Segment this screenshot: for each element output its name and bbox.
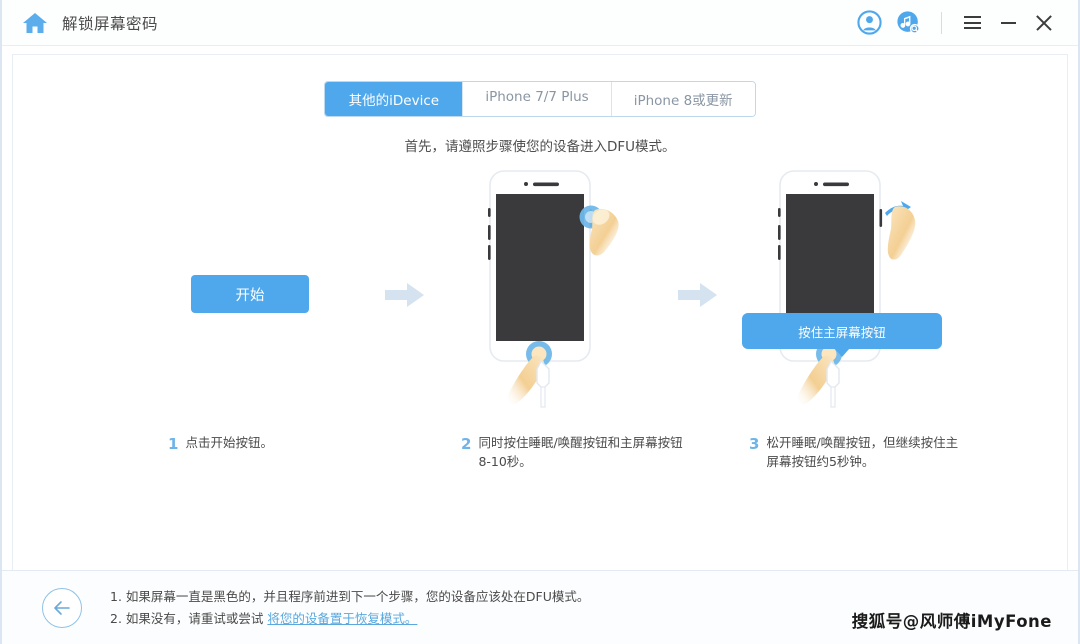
step-item-1: 1 点击开始按钮。 — [168, 434, 388, 456]
instructions-subtitle: 首先，请遵照步骤使您的设备进入DFU模式。 — [404, 139, 676, 155]
back-arrow-icon — [54, 600, 70, 615]
step-text: 同时按住睡眠/唤醒按钮和主屏幕按钮8-10秒。 — [478, 435, 683, 469]
titlebar: 解锁屏幕密码 — [2, 0, 1078, 46]
device-tabs: 其他的iDevice iPhone 7/7 Plus iPhone 8或更新 — [13, 81, 1067, 117]
titlebar-right — [849, 3, 1062, 43]
minimize-icon[interactable] — [990, 5, 1026, 41]
hold-home-tooltip: 按住主屏幕按钮 — [742, 313, 942, 357]
app-window: 解锁屏幕密码 其他的iDevice iPhone 7/7 Plus iPhone… — [0, 0, 1080, 644]
flow-arrow-2-icon — [678, 282, 718, 308]
footer-note-2: 2. 如果没有，请重试或尝试 将您的设备置于恢复模式。 — [110, 608, 589, 630]
close-icon[interactable] — [1026, 5, 1062, 41]
step-number: 2 — [461, 435, 472, 453]
back-button[interactable] — [42, 587, 82, 628]
step-number: 3 — [749, 435, 760, 453]
tab-other-idevice[interactable]: 其他的iDevice — [325, 82, 464, 116]
phone-illustration-step3 — [761, 165, 946, 415]
hamburger-menu-icon[interactable] — [954, 5, 990, 41]
step-item-2: 2 同时按住睡眠/唤醒按钮和主屏幕按钮8-10秒。 — [461, 434, 683, 472]
step-text: 点击开始按钮。 — [185, 435, 273, 450]
phone-illustration-step2 — [471, 165, 656, 415]
main-content: 其他的iDevice iPhone 7/7 Plus iPhone 8或更新 首… — [12, 54, 1068, 570]
user-account-icon[interactable] — [849, 3, 889, 43]
step-text: 松开睡眠/唤醒按钮，但继续按住主屏幕按钮约5秒钟。 — [766, 435, 959, 469]
home-icon[interactable] — [22, 11, 48, 35]
tab-iphone-8-newer[interactable]: iPhone 8或更新 — [611, 82, 755, 116]
titlebar-left: 解锁屏幕密码 — [22, 11, 158, 35]
step-list: 1 点击开始按钮。 2 同时按住睡眠/唤醒按钮和主屏幕按钮8-10秒。 3 松开… — [13, 434, 1067, 514]
footer-note-1: 1. 如果屏幕一直是黑色的，并且程序前进到下一个步骤，您的设备应该处在DFU模式… — [110, 589, 590, 604]
watermark: 搜狐号@风师傅iMyFone — [851, 612, 1052, 631]
recovery-mode-link[interactable]: 将您的设备置于恢复模式。 — [267, 611, 417, 626]
tab-group: 其他的iDevice iPhone 7/7 Plus iPhone 8或更新 — [324, 81, 756, 117]
app-title: 解锁屏幕密码 — [62, 14, 159, 33]
footer-note-2-prefix: 2. 如果没有，请重试或尝试 — [110, 610, 268, 626]
titlebar-separator — [941, 11, 942, 34]
illustration-row: 开始 按住主屏幕按钮 — [13, 165, 1067, 420]
flow-arrow-1-icon — [385, 282, 425, 308]
music-search-icon[interactable] — [889, 3, 929, 43]
footer-notes: 1. 如果屏幕一直是黑色的，并且程序前进到下一个步骤，您的设备应该处在DFU模式… — [110, 586, 589, 629]
footer-bar: 1. 如果屏幕一直是黑色的，并且程序前进到下一个步骤，您的设备应该处在DFU模式… — [2, 570, 1078, 644]
tab-iphone-7[interactable]: iPhone 7/7 Plus — [463, 82, 612, 116]
step-item-3: 3 松开睡眠/唤醒按钮，但继续按住主屏幕按钮约5秒钟。 — [749, 434, 964, 472]
step-number: 1 — [168, 435, 179, 453]
start-button[interactable]: 开始 — [191, 275, 309, 313]
